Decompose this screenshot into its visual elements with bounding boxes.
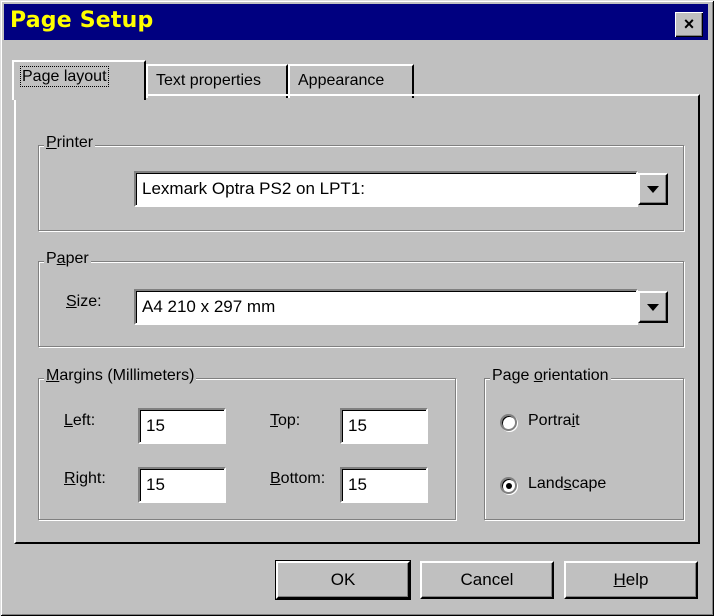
page-setup-dialog: Page Setup × Page layout Text properties… <box>0 0 714 616</box>
margins-group-label: Margins (Millimeters) <box>44 367 197 385</box>
dialog-title: Page Setup <box>10 8 154 33</box>
close-icon: × <box>683 14 695 34</box>
landscape-radio[interactable] <box>500 477 517 494</box>
tab-text-properties[interactable]: Text properties <box>146 64 288 98</box>
page-orientation-group <box>484 378 684 520</box>
right-margin-input[interactable]: 15 <box>138 467 226 503</box>
top-margin-label: Top: <box>270 412 301 429</box>
landscape-label[interactable]: Landscape <box>528 475 606 493</box>
help-button[interactable]: Help <box>564 561 698 599</box>
printer-selected-value: Lexmark Optra PS2 on LPT1: <box>142 179 365 198</box>
paper-group-label: Paper <box>44 250 91 268</box>
printer-select[interactable]: Lexmark Optra PS2 on LPT1: <box>134 171 638 207</box>
right-margin-label: Right: <box>64 470 106 487</box>
left-margin-input[interactable]: 15 <box>138 408 226 444</box>
left-margin-label: Left: <box>64 412 96 429</box>
top-margin-input[interactable]: 15 <box>340 408 428 444</box>
bottom-margin-label: Bottom: <box>270 470 326 487</box>
paper-size-select[interactable]: A4 210 x 297 mm <box>134 289 638 325</box>
chevron-down-icon <box>647 303 659 311</box>
printer-group-label: Printer <box>44 134 96 152</box>
close-button[interactable]: × <box>675 12 703 37</box>
tab-label: Page layout <box>20 66 109 87</box>
page-orientation-group-label: Page orientation <box>490 367 611 385</box>
cancel-button[interactable]: Cancel <box>420 561 554 599</box>
tab-page-layout[interactable]: Page layout <box>12 60 146 100</box>
tab-appearance[interactable]: Appearance <box>288 64 414 98</box>
tab-label: Appearance <box>298 72 385 89</box>
title-bar[interactable]: Page Setup × <box>4 4 708 40</box>
portrait-radio[interactable] <box>500 414 517 431</box>
paper-size-label: Size: <box>66 293 102 310</box>
chevron-down-icon <box>647 185 659 193</box>
portrait-label[interactable]: Portrait <box>528 412 580 430</box>
printer-dropdown-button[interactable] <box>638 173 668 205</box>
tab-label: Text properties <box>156 72 261 89</box>
radio-selected-dot <box>506 483 512 489</box>
bottom-margin-input[interactable]: 15 <box>340 467 428 503</box>
ok-button[interactable]: OK <box>275 560 411 600</box>
paper-size-dropdown-button[interactable] <box>638 291 668 323</box>
paper-size-selected-value: A4 210 x 297 mm <box>142 297 276 316</box>
